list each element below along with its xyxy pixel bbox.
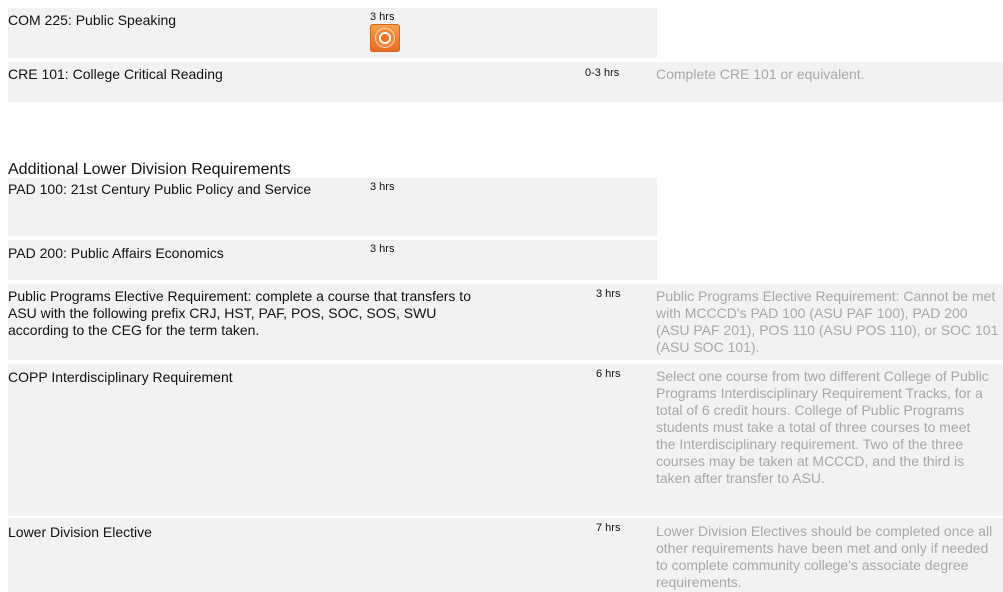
course-hours: 3 hrs bbox=[596, 288, 621, 300]
course-name: CRE 101: College Critical Reading bbox=[8, 66, 223, 82]
course-name: PAD 200: Public Affairs Economics bbox=[8, 245, 224, 261]
section-title: Additional Lower Division Requirements bbox=[8, 161, 291, 178]
course-hours: 3 hrs bbox=[370, 243, 395, 255]
course-hours: 0-3 hrs bbox=[585, 67, 620, 79]
course-link-icon[interactable] bbox=[370, 24, 400, 52]
course-name: Public Programs Elective Requirement: co… bbox=[8, 288, 471, 338]
course-note: Select one course from two different Col… bbox=[656, 368, 989, 486]
course-name: Lower Division Elective bbox=[8, 524, 152, 540]
course-hours: 3 hrs bbox=[370, 11, 395, 23]
course-note: Public Programs Elective Requirement: Ca… bbox=[656, 288, 999, 355]
course-name: COPP Interdisciplinary Requirement bbox=[8, 369, 233, 385]
course-note: Lower Division Electives should be compl… bbox=[656, 523, 993, 590]
course-hours: 7 hrs bbox=[596, 522, 621, 534]
course-name: COM 225: Public Speaking bbox=[8, 12, 177, 28]
course-note: Complete CRE 101 or equivalent. bbox=[656, 66, 865, 82]
course-name: PAD 100: 21st Century Public Policy and … bbox=[8, 181, 312, 197]
course-hours: 6 hrs bbox=[596, 368, 621, 380]
course-hours: 3 hrs bbox=[370, 181, 395, 193]
